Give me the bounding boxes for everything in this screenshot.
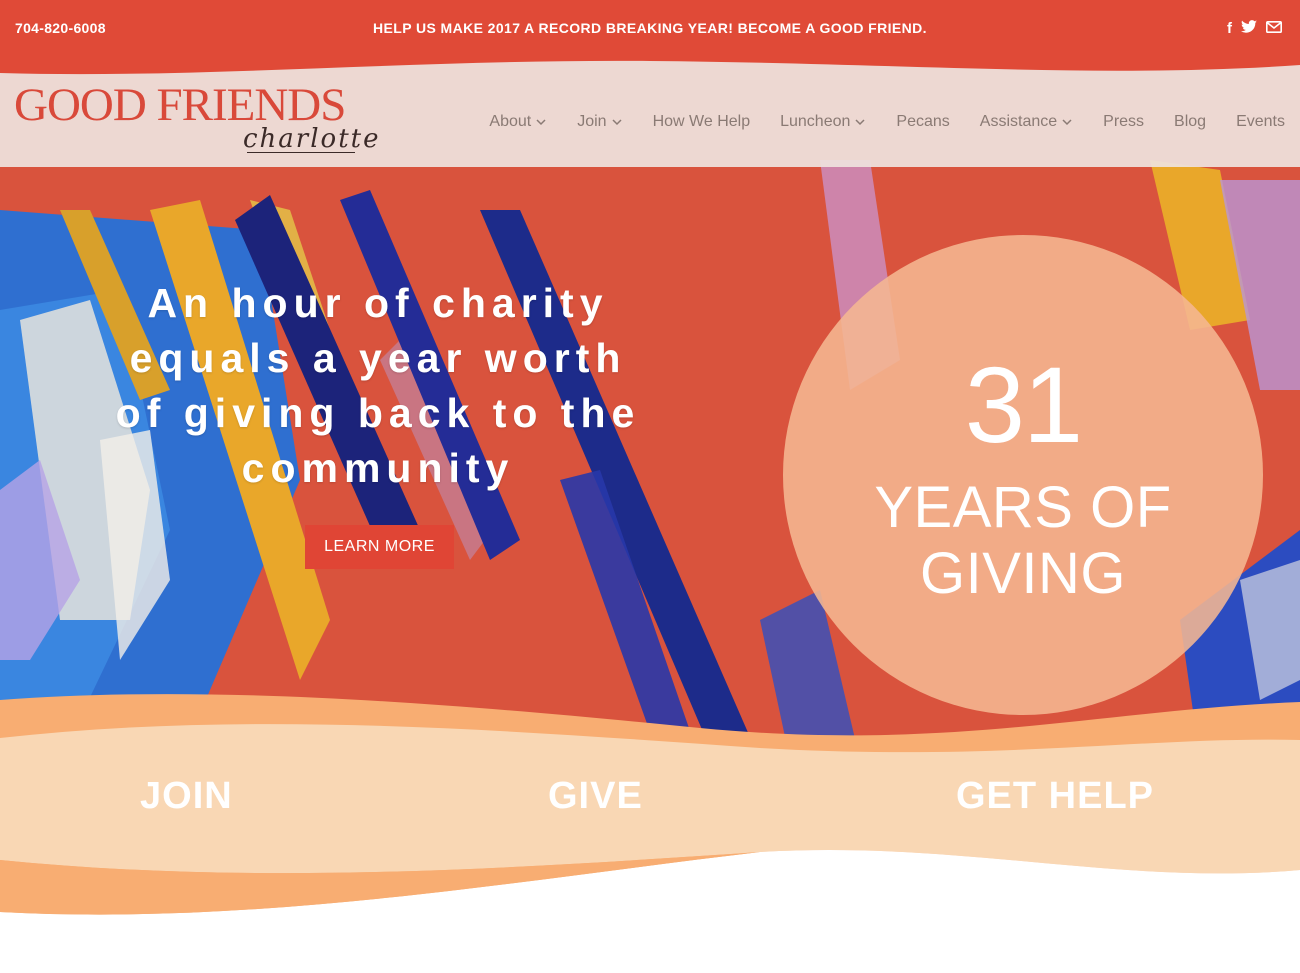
nav-item-how-we-help[interactable]: How We Help <box>653 113 751 131</box>
nav-item-label: Blog <box>1174 113 1207 130</box>
nav-item-blog[interactable]: Blog <box>1174 113 1206 131</box>
main-nav: About Join How We Help Luncheon Pecans A… <box>489 113 1285 131</box>
logo-wordmark: GOOD FRIENDS <box>14 79 346 131</box>
cta-waves <box>0 694 1300 973</box>
nav-item-about[interactable]: About <box>489 113 547 131</box>
hero-headline-line: of giving back to the <box>115 390 641 436</box>
nav-item-events[interactable]: Events <box>1236 113 1285 131</box>
nav-item-label: Pecans <box>896 113 950 130</box>
get-help-link[interactable]: GET HELP <box>956 775 1154 818</box>
chevron-down-icon <box>612 119 622 126</box>
logo-underline <box>247 152 355 153</box>
chevron-down-icon <box>536 119 546 126</box>
nav-item-label: Assistance <box>979 113 1058 130</box>
facebook-icon[interactable]: f <box>1227 21 1232 37</box>
twitter-icon[interactable] <box>1241 20 1257 38</box>
give-link[interactable]: GIVE <box>548 775 643 818</box>
social-links: f <box>1227 20 1282 38</box>
hero-headline-line: equals a year worth <box>129 335 627 381</box>
nav-item-label: Join <box>577 113 607 130</box>
nav-item-label: How We Help <box>652 113 751 130</box>
years-label-line: YEARS OF <box>874 475 1172 540</box>
promo-banner[interactable]: HELP US MAKE 2017 A RECORD BREAKING YEAR… <box>0 20 1300 36</box>
nav-item-luncheon[interactable]: Luncheon <box>780 113 866 131</box>
nav-item-pecans[interactable]: Pecans <box>896 113 949 131</box>
years-badge: 31 YEARS OF GIVING <box>783 235 1263 715</box>
years-label: YEARS OF GIVING <box>783 475 1263 607</box>
join-link[interactable]: JOIN <box>140 775 233 818</box>
nav-item-assistance[interactable]: Assistance <box>980 113 1073 131</box>
envelope-icon[interactable] <box>1266 21 1282 37</box>
nav-item-label: Events <box>1236 113 1285 130</box>
years-label-line: GIVING <box>919 541 1127 606</box>
site-logo[interactable]: GOOD FRIENDS charlotte <box>14 79 379 153</box>
nav-item-label: About <box>489 113 532 130</box>
topbar-wave-edge <box>0 55 1300 75</box>
chevron-down-icon <box>855 119 865 126</box>
nav-item-label: Luncheon <box>780 113 851 130</box>
years-number: 31 <box>964 344 1083 465</box>
nav-item-press[interactable]: Press <box>1103 113 1144 131</box>
chevron-down-icon <box>1062 119 1072 126</box>
hero-headline-line: An hour of charity <box>147 280 609 326</box>
nav-item-label: Press <box>1103 113 1145 130</box>
hero-headline-line: community <box>241 445 515 491</box>
learn-more-button[interactable]: LEARN MORE <box>305 525 454 569</box>
nav-item-join[interactable]: Join <box>577 113 622 131</box>
hero-headline: An hour of charity equals a year worth o… <box>78 276 678 496</box>
logo-script: charlotte <box>243 124 381 154</box>
